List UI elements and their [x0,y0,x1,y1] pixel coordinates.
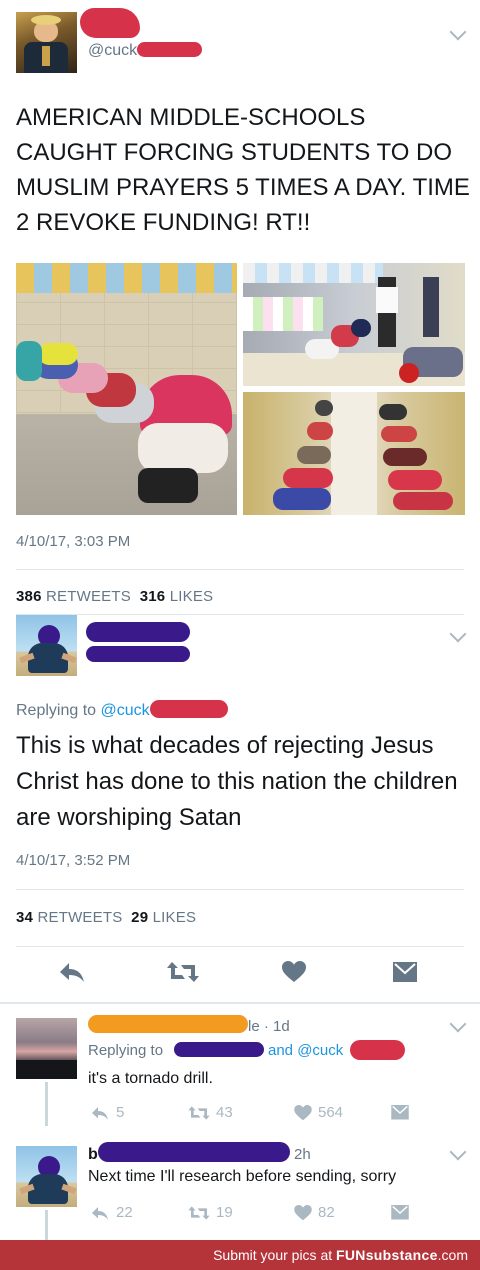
divider [16,614,464,615]
redacted-handle [350,1040,405,1060]
replying-to: Replying to [88,1042,163,1059]
redacted-display-name [86,622,190,642]
retweet-icon [167,962,199,982]
dm-button[interactable] [390,1105,410,1121]
retweet-button[interactable]: 19 [188,1204,233,1221]
redacted-handle [86,646,190,662]
like-count[interactable]: 316 [140,588,166,605]
divider [0,1002,480,1004]
likes-label[interactable]: LIKES [170,588,214,605]
reply-button[interactable]: 5 [90,1104,124,1121]
like-button[interactable] [282,961,306,988]
retweet-icon [188,1205,210,1220]
reply-meta: le · 1d [248,1018,290,1035]
tweet-stats: 386 RETWEETS 316 LIKES [16,588,213,605]
reply-icon [60,963,84,982]
replying-prefix: Replying to [16,702,97,719]
footer-prefix: Submit your pics at [213,1247,333,1263]
tweet-timestamp[interactable]: 4/10/17, 3:52 PM [16,852,130,869]
like-count: 82 [318,1204,335,1221]
heart-icon [282,961,306,982]
divider [16,946,464,947]
reply-text: Next time I'll research before sending, … [88,1168,397,1185]
redacted-handle [174,1042,264,1057]
redacted-display-name [98,1142,290,1162]
divider [16,569,464,570]
retweet-button[interactable] [167,960,199,989]
chevron-down-icon[interactable] [449,1015,467,1033]
reply-text: it's a tornado drill. [88,1070,213,1087]
thread-line [45,1210,48,1240]
dm-button[interactable] [393,962,417,989]
like-button[interactable]: 82 [294,1204,335,1221]
handle[interactable]: @cuck [88,42,137,60]
retweet-count: 19 [216,1204,233,1221]
dm-button[interactable] [390,1205,410,1221]
photo-hallway-prayer-2[interactable] [243,263,465,386]
replying-handle[interactable]: @cuck [101,702,150,719]
avatar[interactable] [16,1018,77,1079]
dm-icon [391,1105,409,1120]
redacted-handle [150,700,228,718]
retweet-button[interactable]: 43 [188,1104,233,1121]
redacted-display-name [80,8,140,38]
divider [16,889,464,890]
avatar[interactable] [16,1146,77,1207]
replying-prefix: Replying to [88,1042,164,1059]
reply-button[interactable]: 22 [90,1204,133,1221]
redacted-display-name [88,1015,248,1033]
avatar[interactable] [16,12,77,73]
redacted-handle [137,42,202,57]
like-count[interactable]: 29 [131,909,148,926]
thread-line [45,1082,48,1126]
footer-suffix: .com [437,1247,468,1263]
reply-count: 22 [116,1204,133,1221]
retweet-count[interactable]: 34 [16,909,33,926]
watermark-footer: Submit your pics at FUNsubstance .com [0,1240,480,1270]
dm-icon [391,1205,409,1220]
chevron-down-icon[interactable] [449,625,467,643]
reply-icon [92,1206,108,1220]
replying-to: Replying to @cuck [16,702,150,720]
chevron-down-icon[interactable] [449,23,467,41]
reply-name-fragment: b [88,1146,98,1163]
heart-icon [294,1104,312,1120]
chevron-down-icon[interactable] [449,1143,467,1161]
tweet-timestamp[interactable]: 4/10/17, 3:03 PM [16,533,130,550]
reply-button[interactable] [58,960,86,989]
replying-handle[interactable]: and @cuck [268,1042,343,1059]
tweet-text: AMERICAN MIDDLE-SCHOOLS CAUGHT FORCING S… [16,104,470,236]
reply-time: · 1d [263,1018,290,1035]
footer-brand: FUNsubstance [336,1247,438,1263]
avatar[interactable] [16,615,77,676]
tweet-stats: 34 RETWEETS 29 LIKES [16,909,196,926]
retweet-count[interactable]: 386 [16,588,42,605]
retweets-label[interactable]: RETWEETS [37,909,122,926]
retweet-count: 43 [216,1104,233,1121]
like-count: 564 [318,1104,344,1121]
dm-icon [393,962,417,982]
reply-count: 5 [116,1104,125,1121]
reply-icon [92,1106,108,1120]
photo-hallway-prayer-3[interactable] [243,392,465,515]
retweet-icon [188,1105,210,1120]
retweets-label[interactable]: RETWEETS [46,588,131,605]
photo-hallway-prayer-1[interactable] [16,263,237,515]
tweet-text: This is what decades of rejecting Jesus … [16,732,458,831]
reply-name-fragment: le [248,1018,260,1035]
heart-icon [294,1204,312,1220]
reply-time: 2h [294,1146,311,1163]
likes-label[interactable]: LIKES [153,909,197,926]
like-button[interactable]: 564 [294,1104,343,1121]
